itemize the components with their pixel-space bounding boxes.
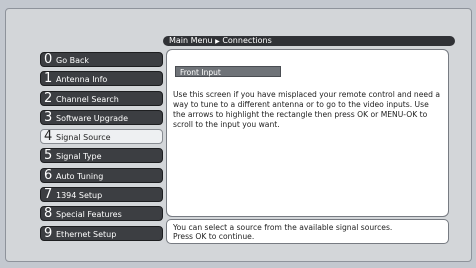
menu-item-auto-tuning[interactable]: 6 Auto Tuning (40, 167, 163, 183)
menu-item-number: 4 (44, 129, 53, 145)
menu-item-channel-search[interactable]: 2 Channel Search (40, 90, 163, 106)
menu-item-signal-source[interactable]: 4 Signal Source (40, 129, 163, 145)
breadcrumb: Main Menu ▶ Connections (163, 36, 455, 46)
breadcrumb-parent: Main Menu (169, 36, 213, 45)
help-line-1: You can select a source from the availab… (173, 223, 393, 232)
front-input-option[interactable]: Front Input (175, 66, 281, 77)
menu-item-label: Channel Search (56, 94, 119, 104)
side-menu: 0 Go Back 1 Antenna Info 2 Channel Searc… (40, 52, 163, 245)
menu-item-label: Special Features (56, 210, 122, 220)
menu-item-number: 2 (44, 90, 53, 106)
menu-item-signal-type[interactable]: 5 Signal Type (40, 148, 163, 164)
menu-item-ethernet-setup[interactable]: 9 Ethernet Setup (40, 225, 163, 241)
menu-item-label: 1394 Setup (56, 191, 103, 201)
menu-item-software-upgrade[interactable]: 3 Software Upgrade (40, 109, 163, 125)
menu-item-label: Signal Source (56, 133, 111, 143)
menu-item-number: 3 (44, 109, 53, 125)
menu-item-1394-setup[interactable]: 7 1394 Setup (40, 187, 163, 203)
tv-screen: Main Menu ▶ Connections 0 Go Back 1 Ante… (5, 8, 472, 262)
menu-item-label: Antenna Info (56, 75, 108, 85)
menu-item-label: Ethernet Setup (56, 229, 117, 239)
menu-item-go-back[interactable]: 0 Go Back (40, 52, 163, 67)
menu-item-antenna-info[interactable]: 1 Antenna Info (40, 71, 163, 87)
menu-item-number: 5 (44, 148, 53, 164)
menu-item-label: Auto Tuning (56, 171, 104, 181)
menu-item-special-features[interactable]: 8 Special Features (40, 206, 163, 222)
menu-item-number: 6 (44, 167, 53, 183)
breadcrumb-arrow-icon: ▶ (215, 38, 220, 45)
breadcrumb-current: Connections (222, 36, 272, 45)
content-panel: Front Input Use this screen if you have … (166, 49, 449, 217)
menu-item-label: Software Upgrade (56, 113, 129, 123)
menu-item-label: Go Back (56, 56, 90, 65)
menu-item-label: Signal Type (56, 152, 102, 162)
menu-item-number: 0 (44, 52, 53, 67)
menu-item-number: 7 (44, 187, 53, 203)
menu-item-number: 1 (44, 71, 53, 87)
help-line-2: Press OK to continue. (173, 232, 255, 241)
description-text: Use this screen if you have misplaced yo… (173, 90, 440, 129)
menu-item-number: 8 (44, 206, 53, 222)
menu-item-number: 9 (44, 225, 53, 241)
help-footer: You can select a source from the availab… (166, 219, 449, 244)
